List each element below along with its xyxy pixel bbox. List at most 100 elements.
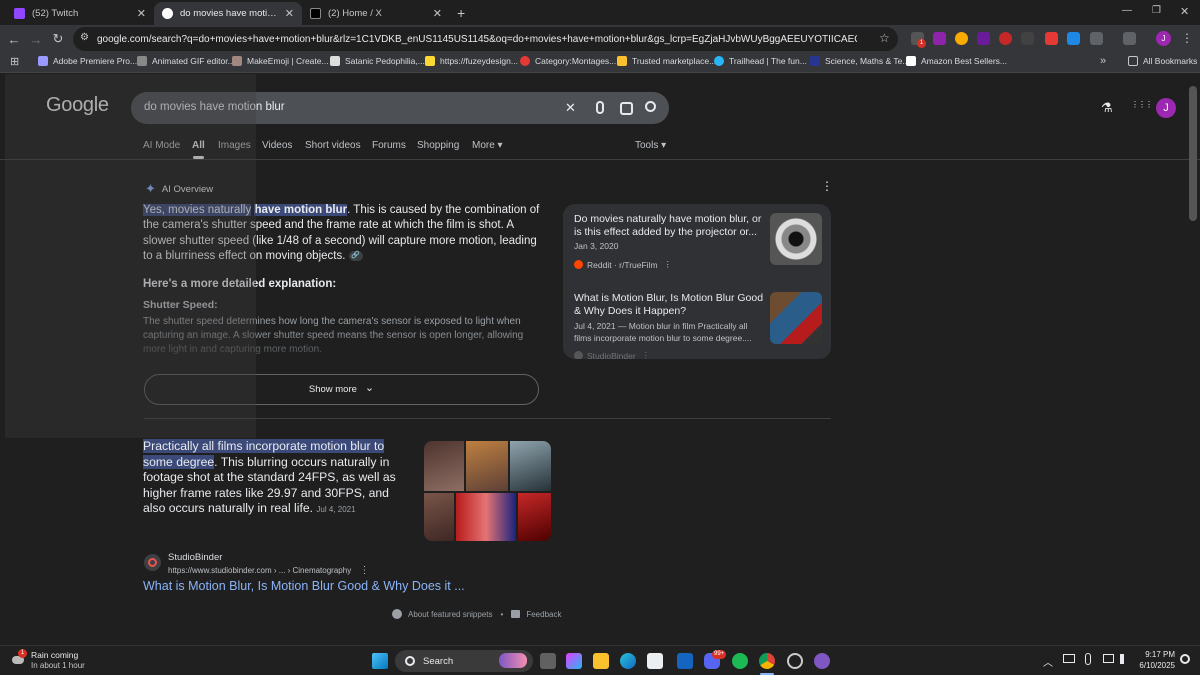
result-site-name[interactable]: StudioBinder [168,552,222,563]
youtube-extension-icon[interactable] [1045,32,1058,45]
close-window-button[interactable]: ✕ [1180,5,1189,18]
tab-images[interactable]: Images [218,140,251,151]
spotify-icon[interactable] [732,653,748,669]
ublock-icon[interactable] [999,32,1012,45]
bookmark-item[interactable]: MakeEmoji | Create... [232,56,329,66]
extension-icon[interactable] [1067,32,1080,45]
weather-subtitle[interactable]: In about 1 hour [31,661,85,670]
weather-title[interactable]: Rain coming [31,650,78,660]
result-title-link[interactable]: What is Motion Blur, Is Motion Blur Good… [143,579,465,593]
address-bar[interactable]: ⚙ google.com/search?q=do+movies+have+mot… [73,27,898,51]
source-title[interactable]: What is Motion Blur, Is Motion Blur Good… [574,292,764,318]
result-menu-icon[interactable]: ⋮ [359,565,369,576]
edge-icon[interactable] [620,653,636,669]
ai-overview-menu-icon[interactable]: ⋮ [821,179,833,193]
google-logo[interactable]: Google [46,94,109,117]
side-panel-icon[interactable] [1123,32,1136,45]
bookmarks-overflow-icon[interactable]: » [1100,55,1106,67]
extension-icon[interactable] [977,32,990,45]
extension-icon[interactable] [1021,32,1034,45]
new-tab-button[interactable]: + [457,5,465,21]
extension-icon[interactable] [933,32,946,45]
bookmark-item[interactable]: Satanic Pedophilia,... [330,56,425,66]
url-text[interactable]: google.com/search?q=do+movies+have+motio… [97,34,857,45]
search-input[interactable]: do movies have motion blur [144,101,285,113]
tab-google-search[interactable]: do movies have motion blur - G ✕ [154,2,302,25]
source-title[interactable]: Do movies naturally have motion blur, or… [574,213,764,239]
chrome-icon[interactable] [759,653,775,669]
google-lens-icon[interactable] [620,102,633,115]
back-button[interactable]: ← [5,30,23,48]
account-avatar[interactable]: J [1156,98,1176,118]
weather-widget-icon[interactable]: 1 [10,649,27,668]
extensions-puzzle-icon[interactable] [1090,32,1103,45]
bookmark-item[interactable]: https://fuzeydesign... [425,56,518,66]
file-explorer-icon[interactable] [593,653,609,669]
clock-app-icon[interactable] [787,653,803,669]
close-tab-icon[interactable]: ✕ [137,7,146,20]
cloud-sync-icon[interactable] [1063,654,1075,663]
source-site: Reddit · r/TrueFilm ⋮ [574,259,672,270]
page-scrollbar[interactable] [1189,86,1197,221]
source-menu-icon[interactable]: ⋮ [664,259,673,270]
forward-button[interactable]: → [27,30,45,48]
about-snippets-link[interactable]: About featured snippets [408,610,493,619]
tab-x-home[interactable]: (2) Home / X ✕ [302,2,450,25]
feedback-link[interactable]: Feedback [526,610,561,619]
bookmark-item[interactable]: Trailhead | The fun... [714,56,807,66]
display-icon[interactable] [1103,654,1114,663]
clock-time[interactable]: 9:17 PM [1142,650,1175,659]
tab-all[interactable]: All [192,140,205,151]
tab-twitch[interactable]: (52) Twitch ✕ [6,2,154,25]
source-menu-icon[interactable]: ⋮ [642,350,651,359]
tab-forums[interactable]: Forums [372,140,406,151]
citation-link-icon[interactable]: 🔗 [348,250,363,261]
microphone-icon[interactable] [596,101,604,114]
bookmark-item[interactable]: Science, Maths & Te... [810,56,909,66]
apps-grid-icon[interactable]: ⊞ [10,55,19,68]
tab-shopping[interactable]: Shopping [417,140,459,151]
tray-overflow-icon[interactable]: ︿ [1043,654,1053,669]
bookmark-item[interactable]: Adobe Premiere Pro... [38,56,137,66]
restore-button[interactable]: ❐ [1152,5,1161,16]
close-tab-icon[interactable]: ✕ [433,7,442,20]
studiobinder-favicon [144,554,161,571]
show-more-button[interactable]: Show more ⌄ [144,374,539,405]
profile-avatar[interactable]: J [1156,31,1171,46]
bookmark-item[interactable]: Category:Montages... [520,56,616,66]
tab-short-videos[interactable]: Short videos [305,140,361,151]
windows-start-icon[interactable] [372,653,388,669]
notification-icon[interactable] [1180,654,1190,664]
store-icon[interactable] [647,653,663,669]
microphone-tray-icon[interactable] [1085,653,1091,665]
tab-more[interactable]: More ▾ [472,140,503,151]
task-view-icon[interactable] [540,653,556,669]
search-box[interactable]: do movies have motion blur ✕ [131,92,669,124]
copilot-icon[interactable] [566,653,582,669]
search-icon[interactable] [645,101,656,112]
app-icon[interactable] [814,653,830,669]
google-apps-icon[interactable]: ⋮⋮⋮ [1131,100,1153,109]
minimize-button[interactable]: — [1122,5,1132,16]
bookmark-star-icon[interactable]: ☆ [879,31,890,45]
outlook-icon[interactable] [677,653,693,669]
clear-search-icon[interactable]: ✕ [565,100,576,116]
tools-button[interactable]: Tools ▾ [635,140,666,151]
featured-snippet-image[interactable] [424,441,551,541]
tab-ai-mode[interactable]: AI Mode [143,140,180,151]
labs-flask-icon[interactable]: ⚗ [1101,100,1113,116]
extension-icon[interactable] [955,32,968,45]
chrome-menu-icon[interactable]: ⋮ [1181,31,1193,45]
volume-icon[interactable] [1120,654,1130,664]
all-bookmarks-button[interactable]: All Bookmarks [1128,56,1197,66]
close-tab-icon[interactable]: ✕ [285,7,294,20]
bookmark-item[interactable]: Animated GIF editor... [137,56,235,66]
clock-date[interactable]: 6/10/2025 [1136,661,1175,670]
reload-button[interactable]: ↻ [49,30,67,48]
bookmark-item[interactable]: Trusted marketplace... [617,56,716,66]
bookmark-item[interactable]: Amazon Best Sellers... [906,56,1007,66]
site-info-icon[interactable]: ⚙ [80,32,89,43]
tab-videos[interactable]: Videos [262,140,292,151]
result-url[interactable]: https://www.studiobinder.com › ... › Cin… [168,565,369,576]
taskbar-search[interactable]: Search [395,650,533,672]
